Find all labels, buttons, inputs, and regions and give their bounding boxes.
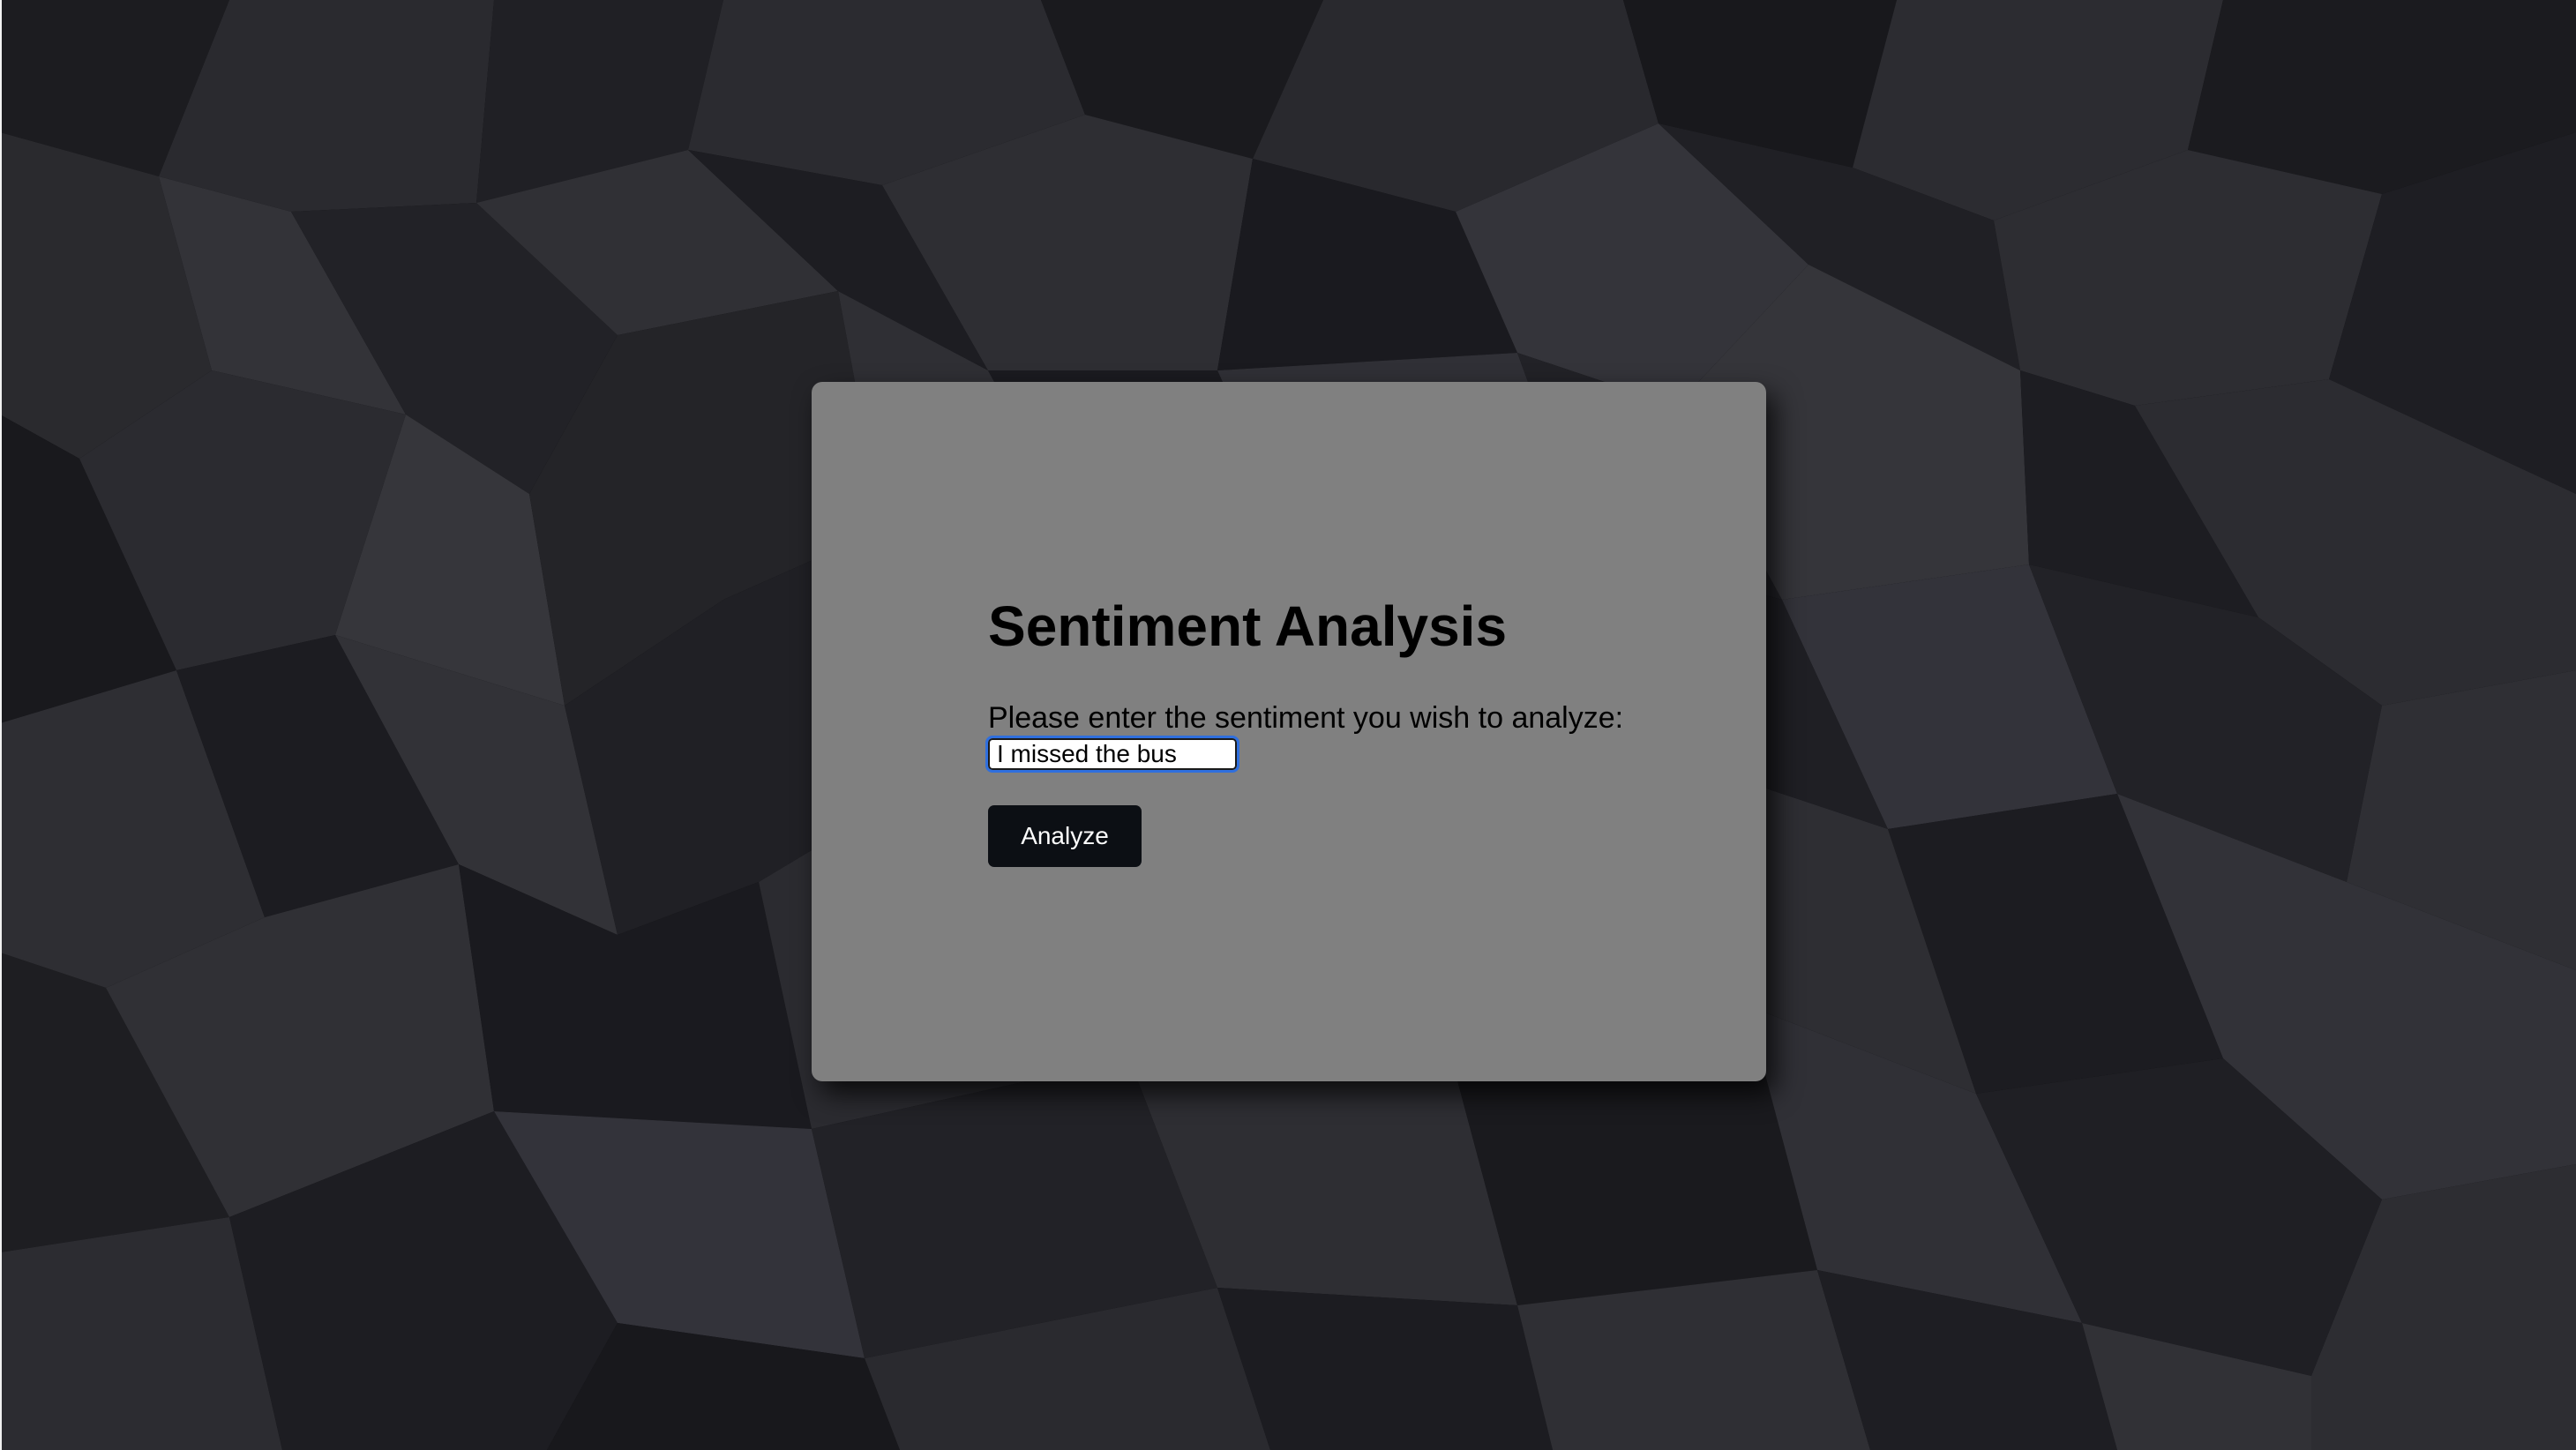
analyze-button[interactable]: Analyze <box>988 805 1142 867</box>
sentiment-card: Sentiment Analysis Please enter the sent… <box>812 382 1766 1081</box>
card-content: Sentiment Analysis Please enter the sent… <box>985 594 1659 867</box>
input-prompt-label: Please enter the sentiment you wish to a… <box>988 701 1624 735</box>
sentiment-input[interactable] <box>985 736 1239 773</box>
page-edge <box>0 0 2 1450</box>
page-title: Sentiment Analysis <box>988 594 1508 658</box>
